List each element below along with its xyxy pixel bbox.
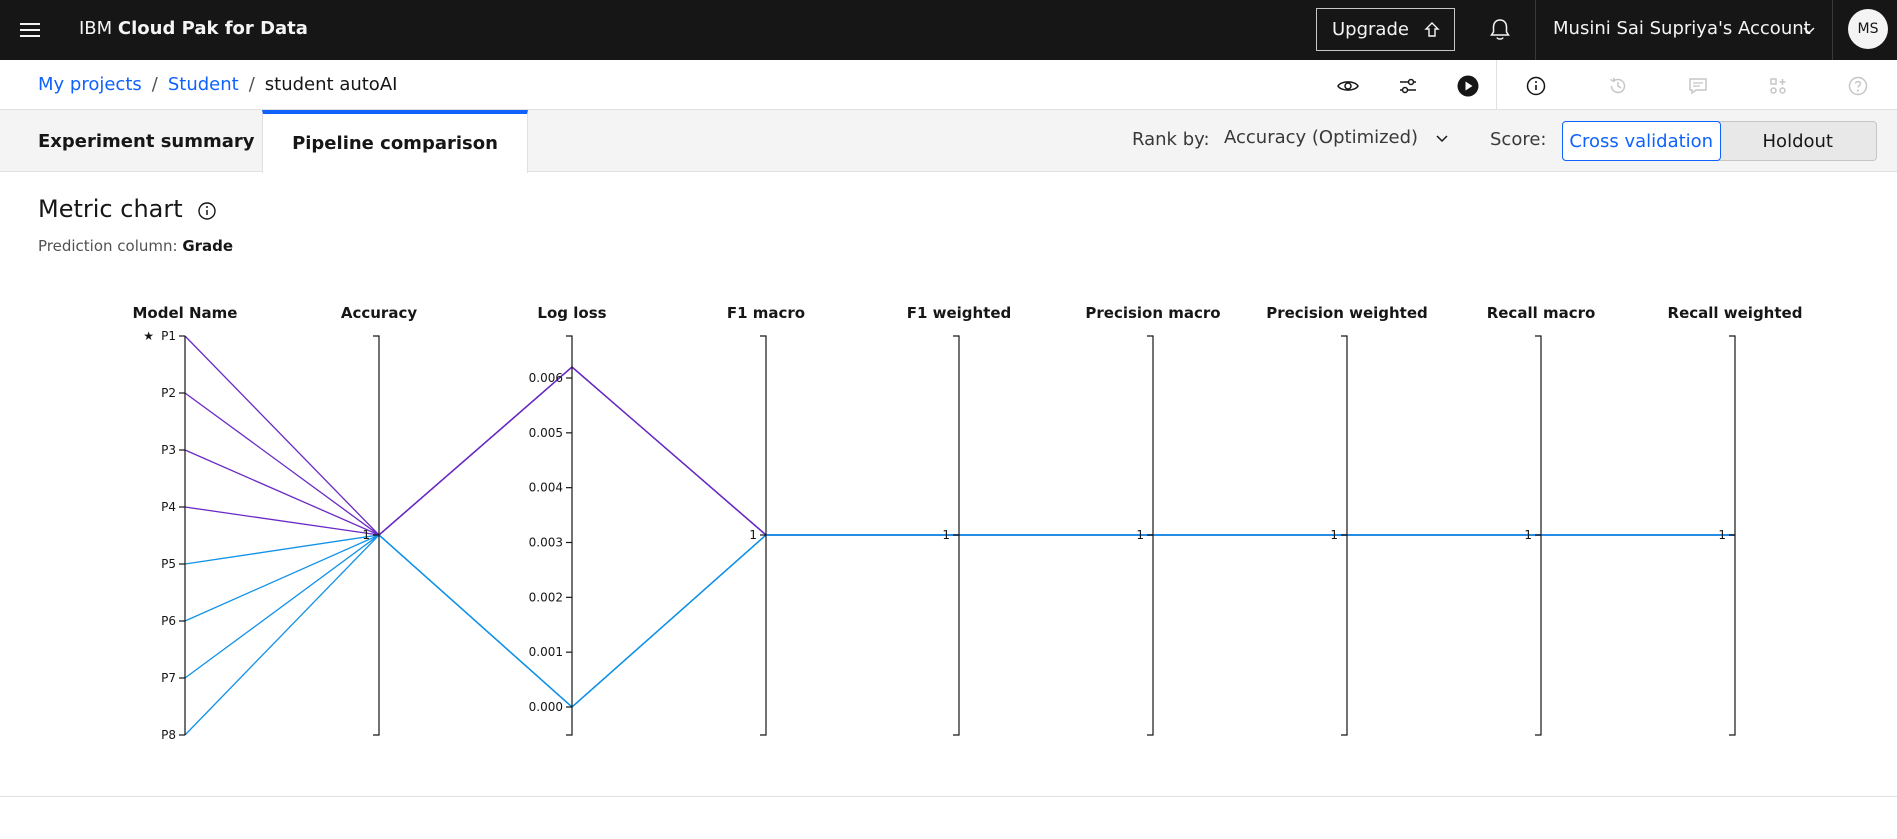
model-tick-label: P2 (161, 386, 176, 400)
tab-bar: Experiment summary Pipeline comparison R… (0, 110, 1897, 173)
series-line[interactable] (184, 366, 1735, 536)
avatar[interactable]: MS (1848, 9, 1888, 49)
rank-by-dropdown[interactable]: Accuracy (Optimized) (1224, 127, 1450, 148)
data-blocks-icon[interactable] (1762, 70, 1794, 102)
series-lines (184, 335, 1735, 736)
chevron-down-icon (1803, 27, 1815, 35)
breadcrumb-separator: / (248, 74, 255, 95)
axis-title: F1 macro (727, 304, 805, 322)
series-line[interactable] (184, 335, 1735, 536)
breadcrumb-separator: / (151, 74, 158, 95)
logloss-tick-label: 0.002 (529, 590, 563, 604)
tab-experiment-summary[interactable]: Experiment summary (0, 110, 262, 172)
series-line[interactable] (184, 534, 1735, 708)
toolbar-divider (1496, 60, 1497, 110)
model-tick-label: P6 (161, 614, 176, 628)
rank-by-value: Accuracy (Optimized) (1224, 127, 1419, 148)
menu-icon[interactable] (12, 12, 48, 48)
model-tick-label: P3 (161, 443, 176, 457)
logloss-tick-label: 0.005 (529, 426, 563, 440)
metric-tick-label: 1 (1524, 528, 1532, 542)
breadcrumb: My projects / Student / student autoAI (38, 74, 397, 95)
upgrade-label: Upgrade (1332, 19, 1409, 40)
prediction-column-label: Prediction column: (38, 237, 178, 255)
chart-title: Metric chart (38, 195, 183, 223)
metric-chart: Model Name P1 ★ P2 P3 P4 P5 P6 P7 P8 Accuracy 1 Log … (133, 304, 1803, 742)
settings-sliders-icon[interactable] (1392, 70, 1424, 102)
holdout-button[interactable]: Holdout (1720, 122, 1877, 160)
metric-tick-label: 1 (749, 528, 757, 542)
upload-arrow-icon (1424, 22, 1440, 37)
logloss-tick-label: 0.006 (529, 371, 563, 385)
model-tick-label: P7 (161, 671, 176, 685)
information-icon[interactable] (1520, 70, 1552, 102)
star-icon: ★ (143, 329, 154, 343)
series-line[interactable] (184, 366, 1735, 536)
history-icon[interactable] (1602, 70, 1634, 102)
breadcrumb-student[interactable]: Student (168, 74, 239, 95)
help-icon[interactable] (1842, 70, 1874, 102)
model-tick-label: P4 (161, 500, 176, 514)
metric-tick-label: 1 (362, 528, 370, 542)
logloss-tick-label: 0.003 (529, 536, 563, 550)
notification-bell-icon[interactable] (1482, 12, 1518, 48)
axis-title: F1 weighted (907, 304, 1012, 322)
breadcrumb-my-projects[interactable]: My projects (38, 74, 142, 95)
chart-axes: Model Name P1 ★ P2 P3 P4 P5 P6 P7 P8 Accuracy 1 Log … (133, 304, 1803, 742)
logloss-tick-label: 0.004 (529, 481, 563, 495)
metric-tick-label: 1 (1330, 528, 1338, 542)
rank-by-label: Rank by: (1132, 129, 1210, 150)
axis-title: Accuracy (341, 304, 417, 322)
series-line[interactable] (184, 534, 1735, 736)
header-divider (1832, 0, 1833, 60)
series-line[interactable] (184, 366, 1735, 536)
prediction-column: Prediction column: Grade (38, 237, 233, 255)
brand-product: Cloud Pak for Data (117, 18, 308, 39)
series-line[interactable] (184, 534, 1735, 708)
metric-tick-label: 1 (1136, 528, 1144, 542)
cross-validation-button[interactable]: Cross validation (1562, 121, 1721, 161)
metric-tick-label: 1 (1718, 528, 1726, 542)
axis-title: Precision macro (1085, 304, 1220, 322)
brand-ibm: IBM (79, 18, 118, 39)
chevron-down-icon (1436, 135, 1448, 143)
series-line[interactable] (184, 534, 1735, 708)
breadcrumb-bar: My projects / Student / student autoAI (0, 60, 1897, 110)
logloss-tick-label: 0.001 (529, 645, 563, 659)
axis-title: Recall weighted (1668, 304, 1803, 322)
metric-tick-label: 1 (942, 528, 950, 542)
model-tick-label: P8 (161, 728, 176, 742)
account-switcher[interactable]: Musini Sai Supriya's Account (1553, 18, 1815, 39)
account-label: Musini Sai Supriya's Account (1553, 18, 1811, 39)
product-name[interactable]: IBM Cloud Pak for Data (79, 17, 308, 41)
global-header: IBM Cloud Pak for Data Upgrade Musini Sa… (0, 0, 1897, 60)
header-divider (1535, 0, 1536, 60)
axis-title: Precision weighted (1266, 304, 1428, 322)
avatar-initials: MS (1857, 21, 1879, 37)
axis-title: Recall macro (1487, 304, 1596, 322)
prediction-column-value: Grade (182, 237, 234, 255)
section-divider (0, 796, 1897, 797)
score-content-switcher: Cross validation Holdout (1562, 121, 1877, 161)
logloss-tick-label: 0.000 (529, 700, 563, 714)
run-icon[interactable] (1452, 70, 1484, 102)
breadcrumb-current: student autoAI (264, 74, 398, 95)
axis-line (566, 335, 573, 736)
comment-icon[interactable] (1682, 70, 1714, 102)
axis-title: Log loss (537, 304, 606, 322)
tab-pipeline-comparison[interactable]: Pipeline comparison (262, 110, 528, 173)
score-label: Score: (1490, 129, 1547, 150)
upgrade-button[interactable]: Upgrade (1316, 8, 1455, 51)
eye-icon[interactable] (1332, 70, 1364, 102)
model-tick-label: P1 (161, 329, 176, 343)
information-icon[interactable] (196, 200, 218, 222)
axis-title: Model Name (133, 304, 238, 322)
model-tick-label: P5 (161, 557, 176, 571)
